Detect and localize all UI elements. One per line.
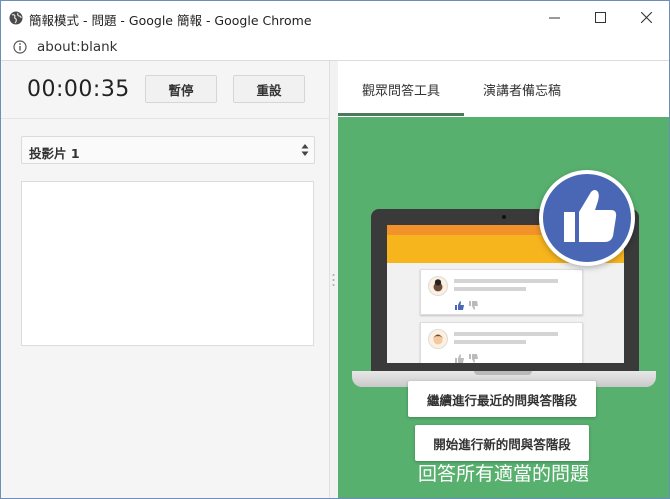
tab-audience-qa[interactable]: 觀眾問答工具	[338, 61, 464, 117]
panel-divider	[1, 118, 330, 119]
avatar-icon	[428, 276, 448, 296]
avatar-icon	[428, 329, 448, 349]
presenter-panel: 00:00:35 暫停 重設 投影片 1	[1, 61, 330, 498]
pause-button[interactable]: 暫停	[145, 75, 217, 103]
browser-window: 簡報模式 - 問題 - Google 簡報 - Google Chrome ab…	[0, 0, 670, 499]
text-line	[454, 279, 558, 283]
slide-preview	[21, 181, 314, 346]
minimize-button[interactable]	[531, 1, 577, 34]
maximize-button[interactable]	[577, 1, 623, 34]
thumbs-up-icon	[564, 190, 617, 242]
question-card	[420, 322, 583, 363]
close-icon	[640, 12, 652, 23]
slide-select-value: 投影片 1	[29, 146, 80, 161]
address-bar[interactable]: about:blank	[1, 34, 669, 61]
window-title: 簡報模式 - 問題 - Google 簡報 - Google Chrome	[29, 13, 312, 28]
info-icon[interactable]	[13, 40, 27, 54]
minimize-icon	[548, 17, 560, 19]
qa-illustration-area: 繼續進行最近的問與答階段 開始進行新的問與答階段 回答所有適當的問題	[338, 117, 669, 498]
qa-footer-text: 回答所有適當的問題	[417, 463, 589, 485]
active-tab-indicator	[338, 113, 464, 116]
tab-speaker-notes[interactable]: 演講者備忘稿	[464, 61, 580, 117]
title-bar: 簡報模式 - 問題 - Google 簡報 - Google Chrome	[1, 1, 669, 34]
panel-resize-handle[interactable]	[332, 273, 335, 287]
url-text[interactable]: about:blank	[37, 39, 117, 55]
laptop-notch	[474, 371, 532, 375]
like-badge	[539, 170, 635, 266]
thumbs-up-icon	[455, 301, 478, 310]
slide-select[interactable]: 投影片 1	[21, 136, 315, 164]
text-line	[454, 287, 526, 291]
laptop-camera	[502, 215, 506, 219]
continue-qa-session-button[interactable]: 繼續進行最近的問與答階段	[408, 381, 596, 417]
globe-icon	[9, 11, 23, 25]
text-line	[454, 340, 526, 344]
thumbs-up-icon	[455, 354, 478, 363]
start-new-qa-session-button[interactable]: 開始進行新的問與答階段	[415, 425, 589, 461]
maximize-icon	[594, 12, 606, 23]
tools-panel: 觀眾問答工具 演講者備忘稿 繼續進行最近的問與答階段 開始進行新的問與答階段 回…	[338, 61, 669, 498]
text-line	[454, 332, 558, 336]
reset-button[interactable]: 重設	[233, 75, 305, 103]
select-arrows-icon	[301, 144, 309, 156]
question-card	[420, 269, 583, 315]
timer-display: 00:00:35	[27, 77, 130, 102]
close-button[interactable]	[623, 1, 669, 34]
